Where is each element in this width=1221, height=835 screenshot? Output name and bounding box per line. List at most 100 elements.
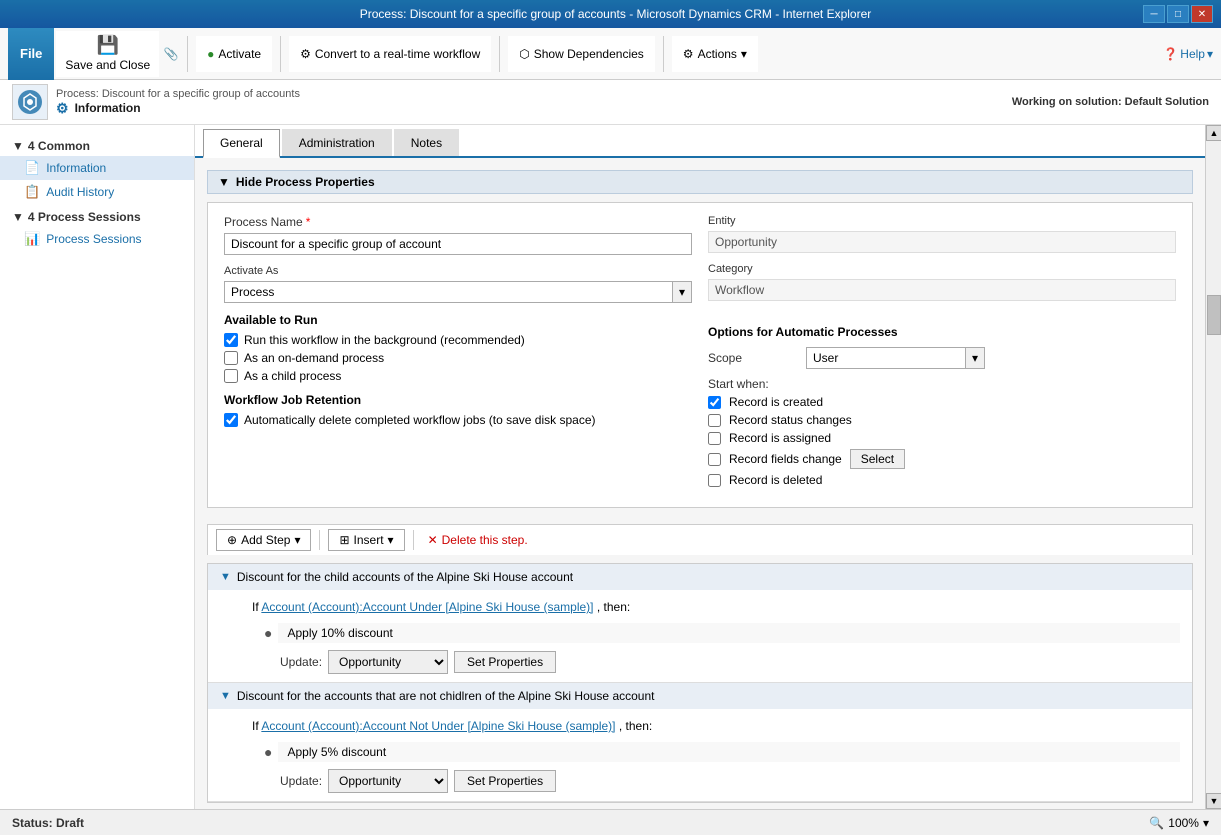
- scrollbar-track: ▲ ▼: [1205, 125, 1221, 809]
- process-sessions-icon: 📊: [24, 231, 40, 247]
- ribbon-separator-1: [187, 36, 188, 72]
- checkbox-record-fields[interactable]: [708, 453, 721, 466]
- start-when-section: Start when: Record is created Record sta…: [708, 377, 1176, 487]
- activate-as-input[interactable]: [224, 281, 673, 303]
- sidebar-item-information[interactable]: 📄 Information: [0, 156, 194, 180]
- restore-button[interactable]: □: [1167, 5, 1189, 23]
- help-icon: ❓: [1163, 47, 1178, 61]
- insert-icon: ⊞: [339, 533, 349, 547]
- step1-condition-link[interactable]: Account (Account):Account Under [Alpine …: [261, 600, 593, 614]
- save-close-button[interactable]: 💾 Save and Close: [56, 31, 159, 77]
- tab-notes[interactable]: Notes: [394, 129, 459, 156]
- retention-checkbox[interactable]: [224, 413, 238, 427]
- convert-icon: ⚙: [300, 47, 311, 61]
- file-button[interactable]: File: [8, 28, 54, 80]
- step2-update-row: Update: Opportunity Set Properties: [240, 765, 1192, 797]
- scrollbar-down-button[interactable]: ▼: [1206, 793, 1221, 809]
- activate-as-dropdown-button[interactable]: ▾: [673, 281, 692, 303]
- step-block-1: ▼ Discount for the child accounts of the…: [208, 564, 1192, 683]
- status-text: Status: Draft: [12, 816, 84, 830]
- sidebar-section-process-sessions[interactable]: ▼ 4 Process Sessions: [0, 204, 194, 227]
- ribbon-separator-2: [280, 36, 281, 72]
- tab-administration[interactable]: Administration: [282, 129, 392, 156]
- activate-button[interactable]: ● Activate: [196, 36, 272, 72]
- page-title: ⚙ Information: [56, 100, 300, 117]
- sidebar-item-process-sessions[interactable]: 📊 Process Sessions: [0, 227, 194, 251]
- process-sessions-arrow-icon: ▼: [12, 210, 24, 224]
- activate-as-row: Activate As ▾: [224, 265, 692, 303]
- checkbox-on-demand[interactable]: [224, 351, 238, 365]
- add-step-button[interactable]: ⊕ Add Step ▾: [216, 529, 311, 551]
- step1-action-text: Apply 10% discount: [278, 623, 1180, 643]
- checkbox-background-row: Run this workflow in the background (rec…: [224, 333, 692, 347]
- scope-dropdown-button[interactable]: ▾: [966, 347, 985, 369]
- sidebar-section-common[interactable]: ▼ 4 Common: [0, 133, 194, 156]
- workflow-retention-section: Workflow Job Retention Automatically del…: [224, 393, 692, 427]
- minimize-button[interactable]: ─: [1143, 5, 1165, 23]
- checkbox-child[interactable]: [224, 369, 238, 383]
- step-header-2: ▼ Discount for the accounts that are not…: [208, 683, 1192, 709]
- sidebar-item-audit-history[interactable]: 📋 Audit History: [0, 180, 194, 204]
- actions-dropdown-icon: ▾: [741, 47, 747, 61]
- step2-action-1: ● Apply 5% discount: [240, 739, 1192, 765]
- page-title-icon: ⚙: [56, 100, 69, 117]
- process-name-input[interactable]: [224, 233, 692, 255]
- ribbon-separator-4: [663, 36, 664, 72]
- start-when-status-row: Record status changes: [708, 413, 1176, 427]
- help-button[interactable]: ❓ Help ▾: [1163, 47, 1213, 61]
- checkbox-record-status[interactable]: [708, 414, 721, 427]
- category-input: [708, 279, 1176, 301]
- options-section: Options for Automatic Processes Scope ▾: [708, 317, 1176, 495]
- steps-toolbar: ⊕ Add Step ▾ ⊞ Insert ▾ ✕ Delete this st…: [207, 524, 1193, 555]
- zoom-level: 100%: [1168, 816, 1199, 830]
- steps-content: ▼ Discount for the child accounts of the…: [207, 563, 1193, 803]
- properties-grid: Process Name * Activate As ▾: [207, 202, 1193, 508]
- tabs-bar: General Administration Notes: [195, 125, 1205, 158]
- title-bar: Process: Discount for a specific group o…: [0, 0, 1221, 28]
- process-name-label: Process Name *: [224, 215, 692, 229]
- close-button[interactable]: ✕: [1191, 5, 1213, 23]
- scope-label: Scope: [708, 351, 798, 365]
- add-step-icon: ⊕: [227, 533, 237, 547]
- step-block-2: ▼ Discount for the accounts that are not…: [208, 683, 1192, 802]
- step1-update-select[interactable]: Opportunity: [328, 650, 448, 674]
- scrollbar-up-button[interactable]: ▲: [1206, 125, 1221, 141]
- convert-button[interactable]: ⚙ Convert to a real-time workflow: [289, 36, 491, 72]
- step1-update-row: Update: Opportunity Set Properties: [240, 646, 1192, 678]
- step1-header-text: Discount for the child accounts of the A…: [237, 570, 573, 584]
- step2-condition-link[interactable]: Account (Account):Account Not Under [Alp…: [261, 719, 615, 733]
- ribbon: File 💾 Save and Close 📎 ● Activate ⚙ Con…: [0, 28, 1221, 80]
- checkbox-background[interactable]: [224, 333, 238, 347]
- delete-step-button[interactable]: ✕ Delete this step.: [422, 530, 534, 550]
- step2-condition: If Account (Account):Account Not Under […: [240, 713, 1192, 739]
- select-fields-button[interactable]: Select: [850, 449, 905, 469]
- app-logo: [12, 84, 48, 120]
- step1-collapse-icon[interactable]: ▼: [220, 571, 231, 583]
- checkbox-record-assigned[interactable]: [708, 432, 721, 445]
- actions-icon: ⚙: [683, 47, 694, 61]
- scrollbar-thumb[interactable]: [1207, 295, 1221, 335]
- information-icon: 📄: [24, 160, 40, 176]
- step2-set-props-button[interactable]: Set Properties: [454, 770, 556, 792]
- step2-select-wrap: Opportunity: [328, 769, 448, 793]
- attachment-button[interactable]: 📎: [161, 36, 181, 72]
- working-solution: Working on solution: Default Solution: [1012, 96, 1209, 108]
- section-collapse-icon: ▼: [218, 175, 230, 189]
- ribbon-separator-3: [499, 36, 500, 72]
- scope-input[interactable]: [806, 347, 966, 369]
- checkbox-record-deleted[interactable]: [708, 474, 721, 487]
- section-header-process-properties[interactable]: ▼ Hide Process Properties: [207, 170, 1193, 194]
- checkbox-on-demand-row: As an on-demand process: [224, 351, 692, 365]
- step-header-1: ▼ Discount for the child accounts of the…: [208, 564, 1192, 590]
- insert-button[interactable]: ⊞ Insert ▾: [328, 529, 404, 551]
- checkbox-record-created[interactable]: [708, 396, 721, 409]
- step1-set-props-button[interactable]: Set Properties: [454, 651, 556, 673]
- activate-as-label: Activate As: [224, 265, 692, 277]
- tab-general[interactable]: General: [203, 129, 280, 158]
- show-deps-button[interactable]: ⬡ Show Dependencies: [508, 36, 655, 72]
- start-when-created-row: Record is created: [708, 395, 1176, 409]
- step2-body: If Account (Account):Account Not Under […: [208, 709, 1192, 801]
- step2-update-select[interactable]: Opportunity: [328, 769, 448, 793]
- actions-button[interactable]: ⚙ Actions ▾: [672, 36, 758, 72]
- step2-collapse-icon[interactable]: ▼: [220, 690, 231, 702]
